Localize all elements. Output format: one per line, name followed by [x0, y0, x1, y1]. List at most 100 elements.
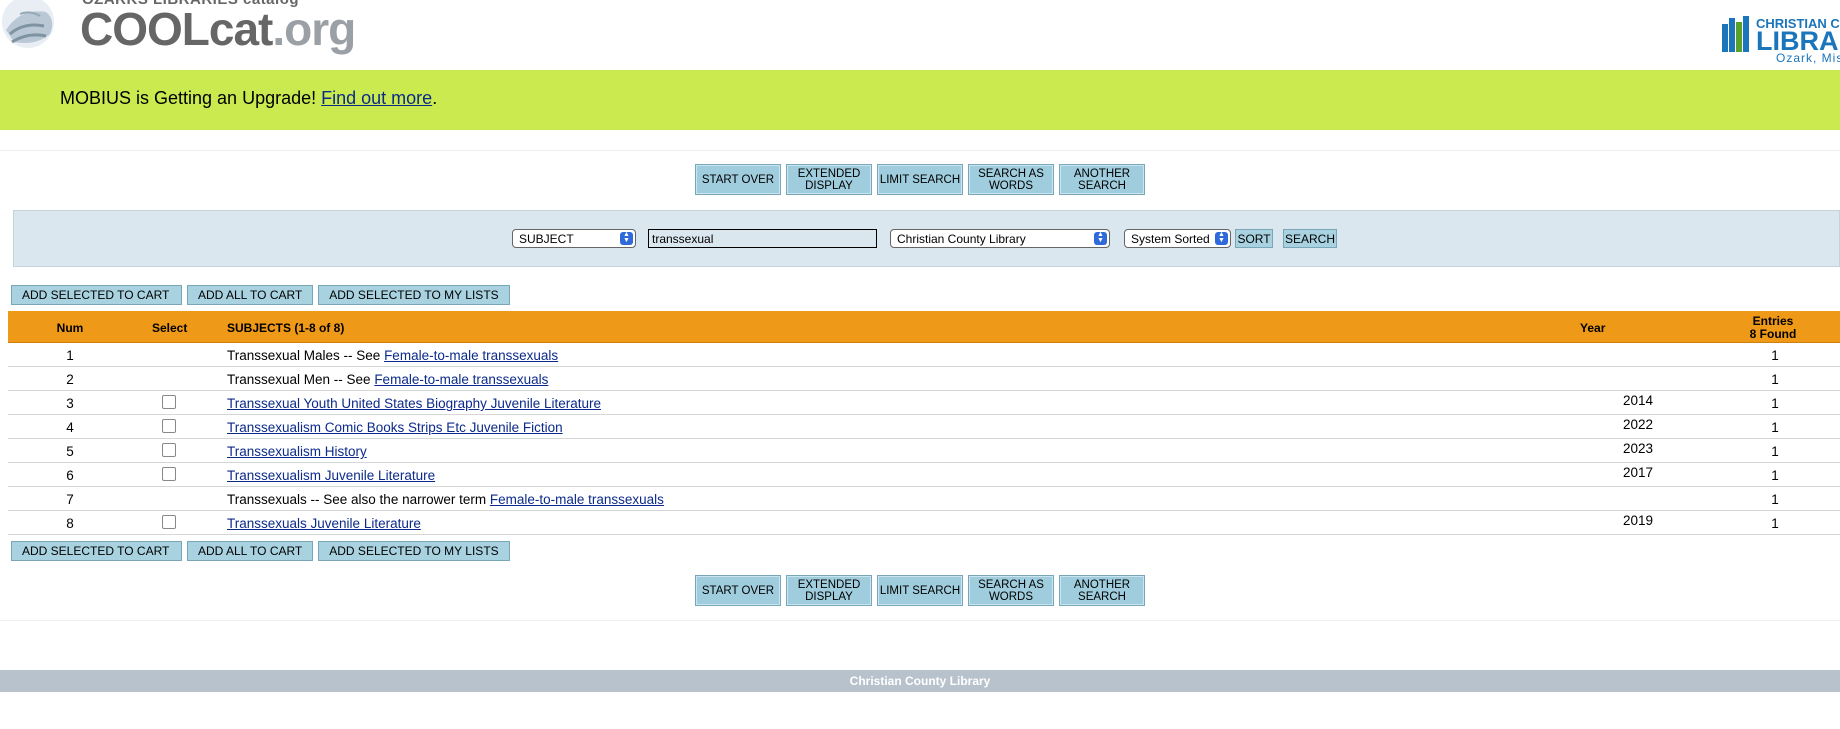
- table-row: 8 Transsexuals Juvenile Literature 2019 1: [8, 511, 1840, 535]
- row-subject-link[interactable]: Transsexualism History: [227, 444, 367, 459]
- library-value: Christian County Library: [897, 232, 1026, 246]
- another-search-button[interactable]: ANOTHER SEARCH: [1059, 575, 1145, 606]
- row-year: 2017: [1623, 465, 1654, 480]
- logo-name: COOLcat: [80, 3, 273, 55]
- add-selected-to-cart-button[interactable]: ADD SELECTED TO CART: [11, 541, 182, 561]
- banner-message: MOBIUS is Getting an Upgrade!: [60, 88, 322, 108]
- table-row: 3 Transsexual Youth United States Biograp…: [8, 391, 1840, 415]
- subjects-header: SUBJECTS (1-8 of 8): [227, 321, 345, 335]
- bottom-nav-buttons: START OVER EXTENDED DISPLAY LIMIT SEARCH…: [0, 575, 1840, 606]
- search-as-words-button[interactable]: SEARCH AS WORDS: [968, 164, 1054, 195]
- entries-header: Entries: [1752, 314, 1794, 328]
- banner-period: .: [432, 88, 438, 108]
- banner-text: MOBIUS is Getting an Upgrade! Find out m…: [60, 88, 437, 109]
- row-subject: Transsexualism Comic Books Strips Etc Ju…: [227, 420, 563, 435]
- search-as-words-button[interactable]: SEARCH AS WORDS: [968, 575, 1054, 606]
- start-over-button[interactable]: START OVER: [695, 164, 781, 195]
- limit-search-button[interactable]: LIMIT SEARCH: [877, 164, 963, 195]
- add-selected-to-cart-button[interactable]: ADD SELECTED TO CART: [11, 285, 182, 305]
- row-subject-link[interactable]: Transsexual Youth United States Biograph…: [227, 396, 601, 411]
- row-subject: Transsexual Men -- See Female-to-male tr…: [227, 372, 548, 387]
- row-num: 7: [66, 492, 74, 507]
- row-num: 6: [66, 468, 74, 483]
- limit-search-button[interactable]: LIMIT SEARCH: [877, 575, 963, 606]
- search-type-select[interactable]: SUBJECT ▲ ▼: [512, 229, 636, 248]
- right-logo-bottom: Ozark, Mis: [1776, 51, 1840, 65]
- row-subject: Transsexualism Juvenile Literature: [227, 468, 435, 483]
- add-selected-to-my-lists-button[interactable]: ADD SELECTED TO MY LISTS: [318, 285, 510, 305]
- cart-buttons-top: ADD SELECTED TO CART ADD ALL TO CART ADD…: [11, 285, 510, 305]
- year-header[interactable]: Year: [1580, 321, 1605, 335]
- row-subject: Transsexualism History: [227, 444, 367, 459]
- top-nav-buttons: START OVER EXTENDED DISPLAY LIMIT SEARCH…: [0, 164, 1840, 195]
- search-type-value: SUBJECT: [519, 232, 574, 246]
- row-num: 2: [66, 372, 74, 387]
- search-input[interactable]: transsexual: [648, 229, 877, 248]
- row-subject-link[interactable]: Female-to-male transsexuals: [374, 372, 548, 387]
- row-entries: 1: [1771, 468, 1779, 483]
- books-icon: [1722, 16, 1752, 52]
- table-row: 2 Transsexual Men -- See Female-to-male t…: [8, 367, 1840, 391]
- table-row: 1 Transsexual Males -- See Female-to-male…: [8, 343, 1840, 367]
- row-year: 2023: [1623, 441, 1654, 456]
- row-select-checkbox[interactable]: [162, 515, 176, 529]
- upgrade-banner: MOBIUS is Getting an Upgrade! Find out m…: [0, 70, 1840, 130]
- row-entries: 1: [1771, 372, 1779, 387]
- results-table: Num Select SUBJECTS (1-8 of 8) Year Entr…: [8, 311, 1840, 535]
- sort-select[interactable]: System Sorted ▲ ▼: [1124, 229, 1231, 248]
- row-subject: Transsexual Youth United States Biograph…: [227, 396, 601, 411]
- row-subject: Transsexual Males -- See Female-to-male …: [227, 348, 558, 363]
- table-header: Num Select SUBJECTS (1-8 of 8) Year Entr…: [8, 311, 1840, 343]
- row-select-checkbox[interactable]: [162, 395, 176, 409]
- divider: [0, 150, 1840, 151]
- select-header: Select: [152, 321, 188, 335]
- row-subject-link[interactable]: Female-to-male transsexuals: [490, 492, 664, 507]
- row-subject-text: Transsexual Males -- See: [227, 348, 385, 363]
- add-all-to-cart-button[interactable]: ADD ALL TO CART: [187, 285, 314, 305]
- row-entries: 1: [1771, 516, 1779, 531]
- select-arrows-icon: ▲ ▼: [1094, 231, 1107, 245]
- extended-display-button[interactable]: EXTENDED DISPLAY: [786, 164, 872, 195]
- row-num: 4: [66, 420, 74, 435]
- row-subject: Transsexuals -- See also the narrower te…: [227, 492, 664, 507]
- row-year: 2019: [1623, 513, 1654, 528]
- row-subject-link[interactable]: Transsexualism Comic Books Strips Etc Ju…: [227, 420, 563, 435]
- select-arrows-icon: ▲ ▼: [1215, 231, 1228, 245]
- search-button[interactable]: SEARCH: [1283, 229, 1337, 248]
- sort-value: System Sorted: [1131, 232, 1210, 246]
- library-select[interactable]: Christian County Library ▲ ▼: [890, 229, 1110, 248]
- row-select-checkbox[interactable]: [162, 443, 176, 457]
- row-subject: Transsexuals Juvenile Literature: [227, 516, 421, 531]
- row-subject-link[interactable]: Transsexuals Juvenile Literature: [227, 516, 421, 531]
- extended-display-button[interactable]: EXTENDED DISPLAY: [786, 575, 872, 606]
- add-all-to-cart-button[interactable]: ADD ALL TO CART: [187, 541, 314, 561]
- table-body: 1 Transsexual Males -- See Female-to-male…: [8, 343, 1840, 535]
- divider: [0, 620, 1840, 621]
- sort-button[interactable]: SORT: [1235, 229, 1273, 248]
- start-over-button[interactable]: START OVER: [695, 575, 781, 606]
- row-select-checkbox[interactable]: [162, 467, 176, 481]
- row-subject-link[interactable]: Transsexualism Juvenile Literature: [227, 468, 435, 483]
- another-search-button[interactable]: ANOTHER SEARCH: [1059, 164, 1145, 195]
- table-row: 7 Transsexuals -- See also the narrower t…: [8, 487, 1840, 511]
- add-selected-to-my-lists-button[interactable]: ADD SELECTED TO MY LISTS: [318, 541, 510, 561]
- row-subject-link[interactable]: Female-to-male transsexuals: [384, 348, 558, 363]
- row-subject-text: Transsexual Men -- See: [227, 372, 375, 387]
- table-row: 5 Transsexualism History 2023 1: [8, 439, 1840, 463]
- coolcat-logo-icon[interactable]: [0, 0, 70, 56]
- cart-buttons-bottom: ADD SELECTED TO CART ADD ALL TO CART ADD…: [11, 541, 510, 561]
- row-entries: 1: [1771, 420, 1779, 435]
- site-logo-text[interactable]: COOLcat.org: [80, 3, 356, 55]
- row-year: 2022: [1623, 417, 1654, 432]
- footer: Christian County Library: [0, 670, 1840, 692]
- row-entries: 1: [1771, 396, 1779, 411]
- christian-county-library-logo[interactable]: CHRISTIAN CO LIBRAR Ozark, Mis: [1720, 14, 1840, 65]
- row-select-checkbox[interactable]: [162, 419, 176, 433]
- entries-found: 8 Found: [1749, 327, 1797, 341]
- row-num: 5: [66, 444, 74, 459]
- find-out-more-link[interactable]: Find out more: [321, 88, 432, 108]
- logo-tld: .org: [272, 3, 356, 55]
- row-num: 3: [66, 396, 74, 411]
- row-num: 1: [66, 348, 74, 363]
- row-num: 8: [66, 516, 74, 531]
